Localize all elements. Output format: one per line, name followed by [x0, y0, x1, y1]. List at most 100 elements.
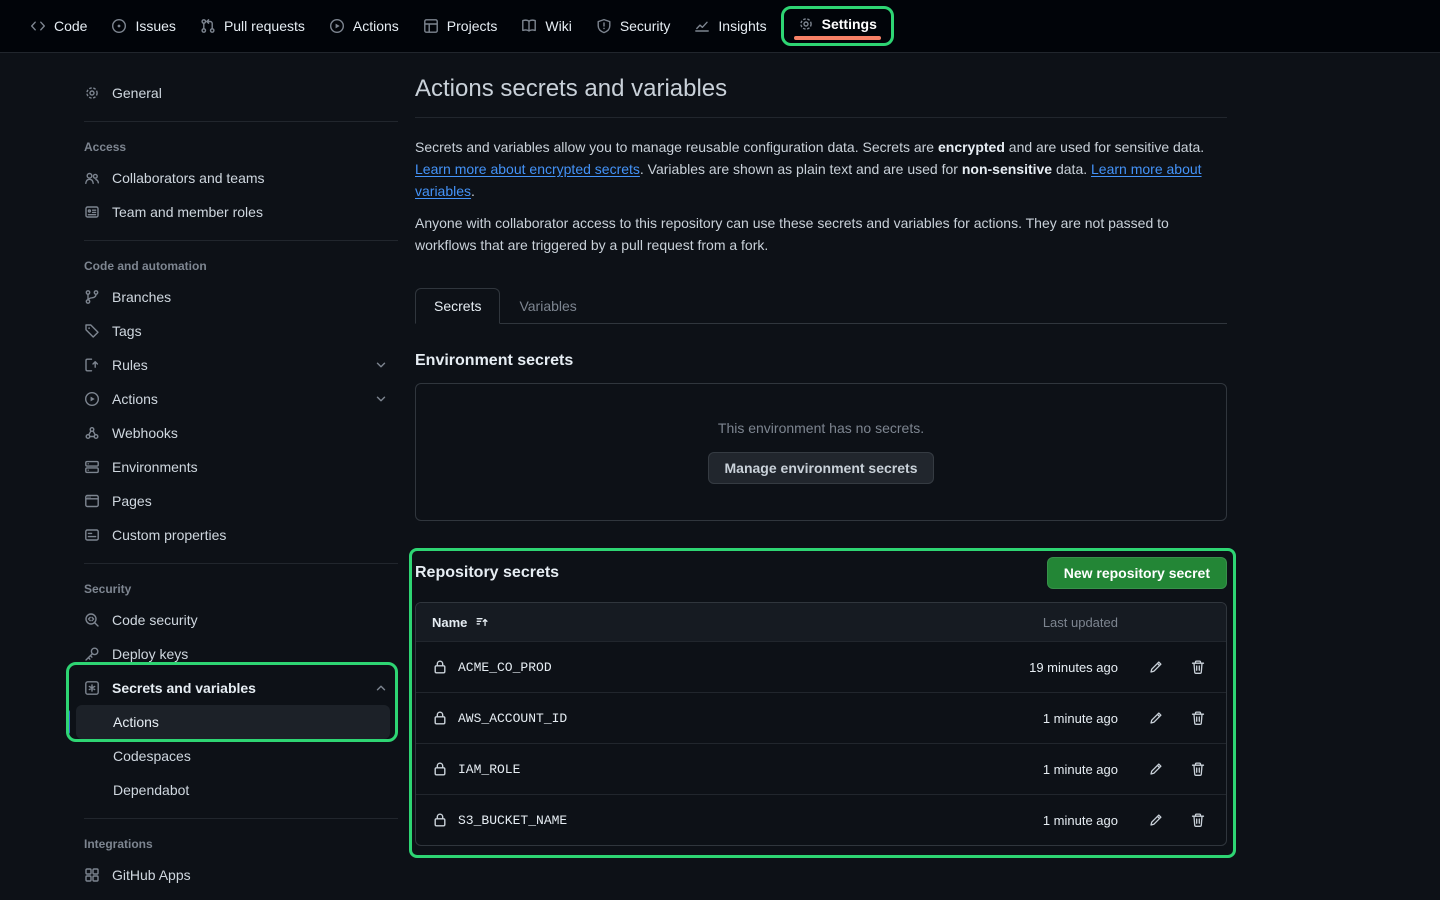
secret-row: AWS_ACCOUNT_ID 1 minute ago: [416, 692, 1226, 743]
shield-icon: [596, 18, 612, 34]
sidebar-subitem-label: Dependabot: [113, 782, 189, 798]
sidebar-item-label: General: [112, 85, 162, 101]
nav-tab-label: Pull requests: [224, 18, 305, 34]
secret-name: IAM_ROLE: [458, 762, 520, 777]
sidebar-item-secrets-and-variables[interactable]: Secrets and variables: [64, 671, 398, 705]
sidebar-section-access: Access: [64, 133, 398, 161]
lock-icon: [432, 659, 448, 675]
edit-pencil-icon[interactable]: [1148, 710, 1164, 726]
nav-tab-projects[interactable]: Projects: [411, 10, 510, 42]
secret-actions: [1118, 812, 1210, 828]
nav-tab-pull-requests[interactable]: Pull requests: [188, 10, 317, 42]
delete-trash-icon[interactable]: [1190, 812, 1206, 828]
secret-last-updated: 19 minutes ago: [978, 660, 1118, 675]
sort-ascending-icon: [475, 615, 489, 629]
sidebar-item-rules[interactable]: Rules: [64, 348, 398, 382]
annotation-box-settings: Settings: [781, 6, 894, 46]
play-circle-icon: [329, 18, 345, 34]
nav-tab-security[interactable]: Security: [584, 10, 683, 42]
codescan-icon: [84, 612, 100, 628]
secret-name: S3_BUCKET_NAME: [458, 813, 567, 828]
secret-actions: [1118, 659, 1210, 675]
book-icon: [521, 18, 537, 34]
people-icon: [84, 170, 100, 186]
sidebar-item-tags[interactable]: Tags: [64, 314, 398, 348]
code-icon: [30, 18, 46, 34]
sidebar-item-deploy-keys[interactable]: Deploy keys: [64, 637, 398, 671]
sidebar-item-label: Secrets and variables: [112, 680, 256, 696]
repository-secrets-header: Repository secrets New repository secret: [415, 557, 1227, 589]
title-divider: [415, 117, 1227, 118]
manage-environment-secrets-button[interactable]: Manage environment secrets: [708, 452, 935, 484]
page-title: Actions secrets and variables: [415, 75, 1227, 103]
sidebar-item-code-security[interactable]: Code security: [64, 603, 398, 637]
lock-icon: [432, 710, 448, 726]
nav-tab-wiki[interactable]: Wiki: [509, 10, 583, 42]
sidebar-divider: [84, 240, 398, 241]
edit-pencil-icon[interactable]: [1148, 659, 1164, 675]
collaborator-note: Anyone with collaborator access to this …: [415, 212, 1227, 256]
sidebar-divider: [84, 121, 398, 122]
id-badge-icon: [84, 204, 100, 220]
sidebar-subitem-dependabot[interactable]: Dependabot: [76, 773, 390, 807]
kebab-asterisk-icon: [84, 680, 100, 696]
sidebar-item-collaborators[interactable]: Collaborators and teams: [64, 161, 398, 195]
new-repository-secret-button[interactable]: New repository secret: [1047, 557, 1227, 589]
gear-icon: [798, 16, 814, 32]
secret-name-cell: ACME_CO_PROD: [432, 659, 978, 675]
column-header-name[interactable]: Name: [432, 615, 978, 630]
sidebar-item-environments[interactable]: Environments: [64, 450, 398, 484]
link-encrypted-secrets[interactable]: Learn more about encrypted secrets: [415, 161, 640, 177]
apps-icon: [84, 867, 100, 883]
delete-trash-icon[interactable]: [1190, 710, 1206, 726]
nav-tab-settings[interactable]: Settings: [798, 16, 877, 32]
sidebar-item-team-roles[interactable]: Team and member roles: [64, 195, 398, 229]
chevron-up-icon: [374, 681, 388, 695]
secret-name: AWS_ACCOUNT_ID: [458, 711, 567, 726]
sidebar-item-pages[interactable]: Pages: [64, 484, 398, 518]
nav-tab-actions[interactable]: Actions: [317, 10, 411, 42]
sidebar-item-branches[interactable]: Branches: [64, 280, 398, 314]
sidebar-item-email-notifications[interactable]: Email notifications: [64, 892, 398, 900]
intro-text: .: [471, 183, 475, 199]
sidebar-item-custom-properties[interactable]: Custom properties: [64, 518, 398, 552]
table-header-row: Name Last updated: [416, 603, 1226, 641]
sidebar-item-label: Code security: [112, 612, 198, 628]
tab-secrets[interactable]: Secrets: [415, 288, 500, 324]
secret-name: ACME_CO_PROD: [458, 660, 552, 675]
nav-tab-code[interactable]: Code: [18, 10, 99, 42]
sidebar-item-label: Collaborators and teams: [112, 170, 265, 186]
secret-last-updated: 1 minute ago: [978, 711, 1118, 726]
gear-icon: [84, 85, 100, 101]
column-name-label: Name: [432, 615, 467, 630]
edit-pencil-icon[interactable]: [1148, 761, 1164, 777]
secret-last-updated: 1 minute ago: [978, 762, 1118, 777]
secret-row: S3_BUCKET_NAME 1 minute ago: [416, 794, 1226, 845]
edit-pencil-icon[interactable]: [1148, 812, 1164, 828]
lock-icon: [432, 812, 448, 828]
secret-name-cell: S3_BUCKET_NAME: [432, 812, 978, 828]
nav-tab-insights[interactable]: Insights: [682, 10, 778, 42]
sidebar-item-label: Rules: [112, 357, 148, 373]
nav-tab-label: Actions: [353, 18, 399, 34]
tag-icon: [84, 323, 100, 339]
note-icon: [84, 527, 100, 543]
play-circle-icon: [84, 391, 100, 407]
sidebar-item-github-apps[interactable]: GitHub Apps: [64, 858, 398, 892]
sidebar-subitem-actions[interactable]: Actions: [76, 705, 390, 739]
delete-trash-icon[interactable]: [1190, 659, 1206, 675]
sidebar-subitem-codespaces[interactable]: Codespaces: [76, 739, 390, 773]
sidebar-item-actions[interactable]: Actions: [64, 382, 398, 416]
nav-tab-issues[interactable]: Issues: [99, 10, 187, 42]
delete-trash-icon[interactable]: [1190, 761, 1206, 777]
chevron-down-icon: [374, 392, 388, 406]
sidebar-section-code-automation: Code and automation: [64, 252, 398, 280]
sidebar-item-label: Pages: [112, 493, 152, 509]
sidebar-item-label: Team and member roles: [112, 204, 263, 220]
nav-tab-label: Wiki: [545, 18, 571, 34]
tab-variables[interactable]: Variables: [500, 288, 595, 324]
intro-text: . Variables are shown as plain text and …: [640, 161, 962, 177]
sidebar-item-general[interactable]: General: [64, 76, 398, 110]
chevron-down-icon: [374, 358, 388, 372]
sidebar-item-webhooks[interactable]: Webhooks: [64, 416, 398, 450]
